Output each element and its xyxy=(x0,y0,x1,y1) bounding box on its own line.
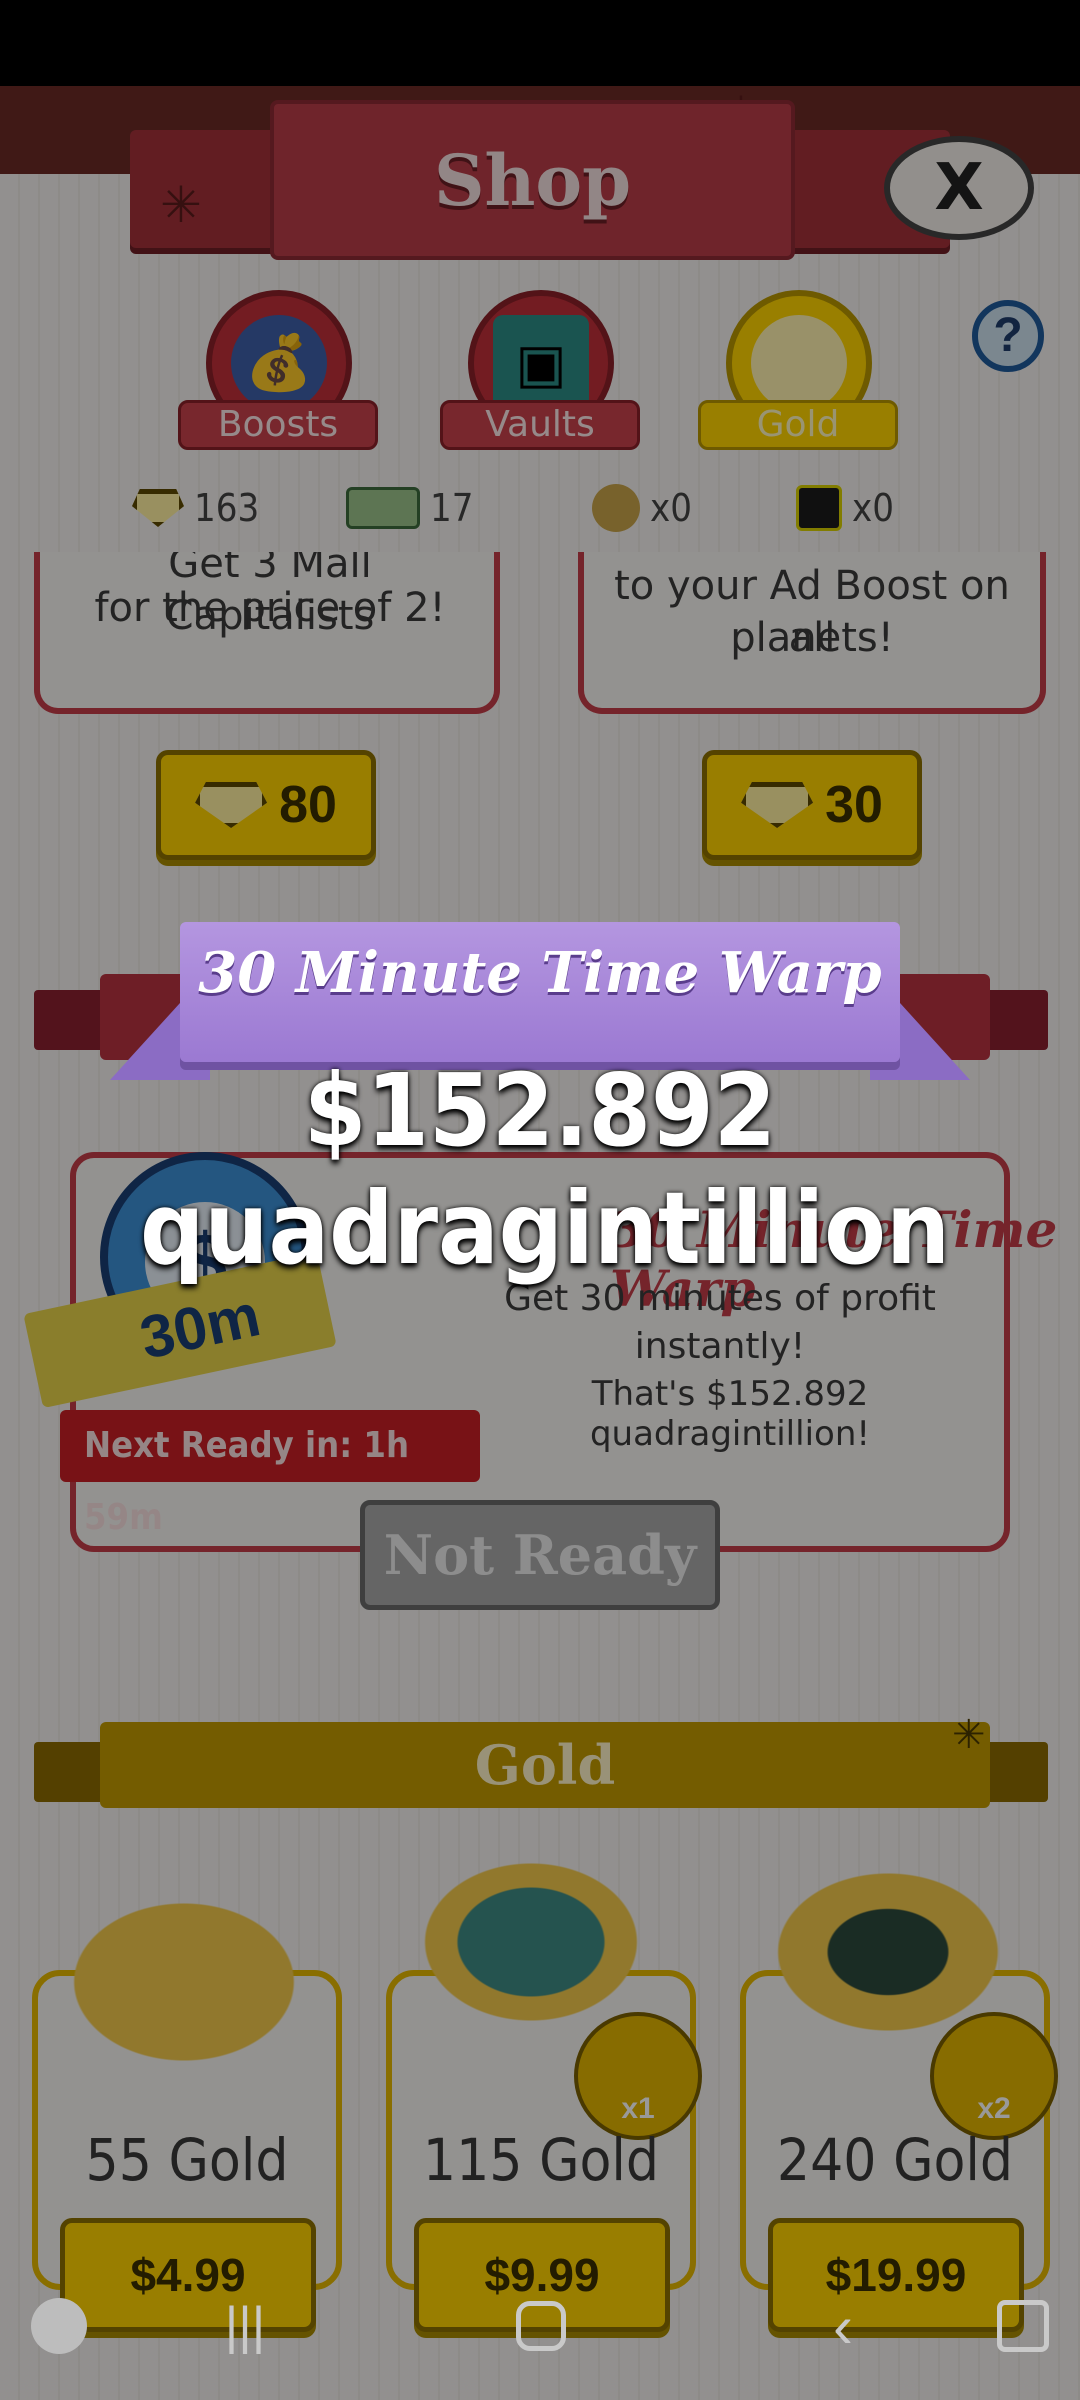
reward-title: 30 Minute Time Warp xyxy=(198,940,882,1006)
reward-amount-value: $152.892 xyxy=(303,1052,777,1169)
keyboard-switch-icon[interactable] xyxy=(988,2286,1058,2366)
game-tools-icon[interactable] xyxy=(24,2286,94,2366)
system-nav-bar: ||| ‹ xyxy=(0,2256,1080,2400)
home-button[interactable] xyxy=(506,2286,576,2366)
back-button[interactable]: ‹ xyxy=(808,2286,878,2366)
status-bar xyxy=(0,0,1080,86)
recents-button[interactable]: ||| xyxy=(210,2286,280,2366)
reward-amount: $152.892 quadragintillion xyxy=(140,1052,951,1288)
reward-amount-unit: quadragintillion xyxy=(140,1170,951,1287)
